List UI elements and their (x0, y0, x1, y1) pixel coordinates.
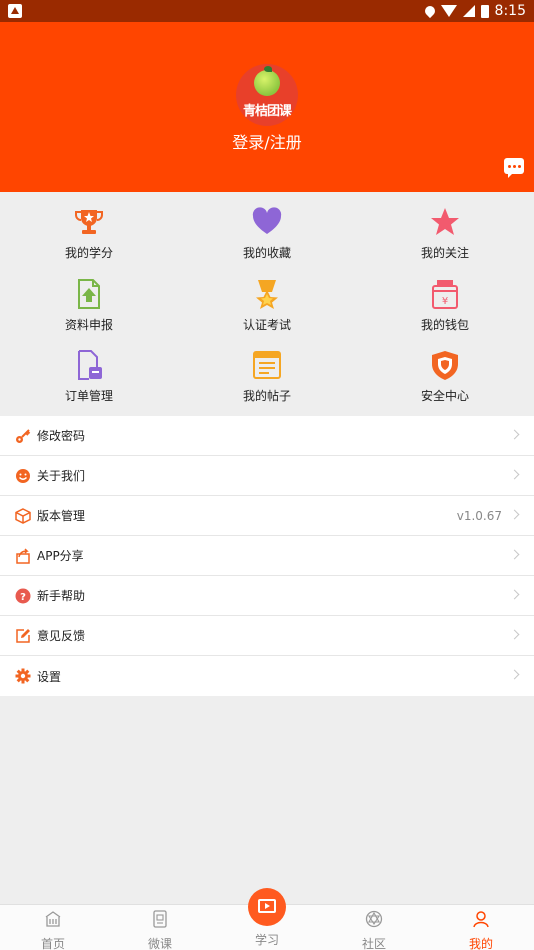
post-icon (253, 351, 281, 379)
box-icon (15, 508, 31, 524)
home-icon (45, 911, 61, 927)
grid-item-favorites[interactable]: 我的收藏 (178, 200, 356, 272)
trophy-icon (75, 210, 103, 234)
grid-label: 我的关注 (420, 246, 469, 260)
grid-label: 我的学分 (64, 246, 113, 260)
svg-text:¥: ¥ (442, 296, 448, 307)
medal-icon (256, 280, 278, 309)
wifi-icon (440, 5, 457, 17)
order-document-icon (78, 350, 102, 380)
tab-profile[interactable]: 我的 (428, 905, 534, 950)
tab-label: 首页 (40, 937, 65, 950)
signal-icon (462, 5, 475, 17)
orange-icon (254, 70, 280, 96)
menu-label: 意见反馈 (37, 629, 86, 643)
gear-icon (15, 668, 31, 684)
tab-community[interactable]: 社区 (321, 905, 427, 950)
tab-micro-course[interactable]: 微课 (107, 905, 213, 950)
version-value: v1.0.67 (456, 508, 502, 523)
study-center-button[interactable] (248, 888, 286, 926)
grid-label: 安全中心 (420, 389, 469, 403)
help-icon: ? (15, 588, 31, 604)
upload-document-icon (78, 279, 100, 309)
grid-label: 我的钱包 (420, 318, 469, 332)
wallet-icon: ¥ (432, 280, 458, 309)
chevron-right-icon (509, 469, 520, 480)
status-bar: 8:15 (0, 0, 534, 22)
smiley-icon (16, 469, 30, 483)
menu-label: 版本管理 (37, 509, 86, 523)
key-icon (16, 429, 31, 443)
tab-label: 学习 (254, 933, 279, 947)
star-icon (431, 208, 459, 235)
status-time: 8:15 (494, 3, 526, 19)
chevron-right-icon (509, 549, 520, 560)
tab-label: 我的 (468, 937, 493, 950)
grid-label: 资料申报 (64, 318, 113, 332)
grid-item-certification-exam[interactable]: 认证考试 (178, 272, 356, 343)
menu-item-about-us[interactable]: 关于我们 (0, 456, 534, 496)
menu-label: 新手帮助 (37, 589, 86, 603)
grid-label: 我的帖子 (242, 389, 291, 403)
heart-icon (252, 207, 282, 234)
menu-item-version[interactable]: 版本管理 v1.0.67 (0, 496, 534, 536)
profile-icon (473, 911, 489, 928)
grid-item-wallet[interactable]: ¥ 我的钱包 (356, 272, 534, 343)
chevron-right-icon (509, 669, 520, 680)
battery-icon (480, 4, 489, 18)
tab-label: 社区 (361, 937, 386, 950)
tab-home[interactable]: 首页 (0, 905, 106, 950)
grid-label: 我的收藏 (242, 246, 291, 260)
menu-item-settings[interactable]: 设置 (0, 656, 534, 696)
app-logo[interactable]: 青桔团课 (236, 64, 298, 126)
grid-label: 订单管理 (64, 389, 113, 403)
location-icon (422, 3, 437, 19)
grid-item-material-report[interactable]: 资料申报 (0, 272, 178, 343)
chevron-right-icon (509, 589, 520, 600)
function-grid: 我的学分 我的收藏 我的关注 资料申报 认证考试 ¥ 我的钱包 订单管理 我的帖… (0, 192, 534, 416)
menu-label: 关于我们 (37, 469, 86, 483)
leaf-icon (264, 66, 272, 72)
tab-label: 微课 (147, 937, 172, 950)
community-icon (365, 910, 383, 928)
menu-label: 设置 (37, 669, 62, 684)
grid-item-following[interactable]: 我的关注 (356, 200, 534, 272)
grid-label: 认证考试 (242, 318, 291, 332)
grid-item-my-posts[interactable]: 我的帖子 (178, 343, 356, 414)
menu-label: APP分享 (37, 549, 84, 563)
message-icon[interactable] (504, 158, 524, 178)
grid-item-order-management[interactable]: 订单管理 (0, 343, 178, 414)
menu-item-change-password[interactable]: 修改密码 (0, 416, 534, 456)
chevron-right-icon (509, 429, 520, 440)
svg-text:?: ? (20, 592, 26, 603)
chevron-right-icon (509, 509, 520, 520)
profile-header: 青桔团课 登录/注册 (0, 22, 534, 192)
menu-item-beginner-help[interactable]: ? 新手帮助 (0, 576, 534, 616)
study-icon (258, 899, 276, 913)
menu-item-app-share[interactable]: APP分享 (0, 536, 534, 576)
shield-icon (432, 351, 458, 380)
micro-course-icon (153, 910, 167, 928)
login-register-link[interactable]: 登录/注册 (0, 129, 534, 153)
chevron-right-icon (509, 629, 520, 640)
edit-icon (16, 629, 30, 643)
settings-menu: 修改密码 关于我们 版本管理 v1.0.67 APP分享 ? 新手帮助 意见反馈… (0, 416, 534, 696)
logo-text: 青桔团课 (242, 104, 292, 119)
grid-item-credits[interactable]: 我的学分 (0, 200, 178, 272)
grid-item-security-center[interactable]: 安全中心 (356, 343, 534, 414)
menu-label: 修改密码 (37, 429, 86, 443)
share-icon (16, 548, 30, 564)
notification-icon (8, 4, 22, 18)
menu-item-feedback[interactable]: 意见反馈 (0, 616, 534, 656)
